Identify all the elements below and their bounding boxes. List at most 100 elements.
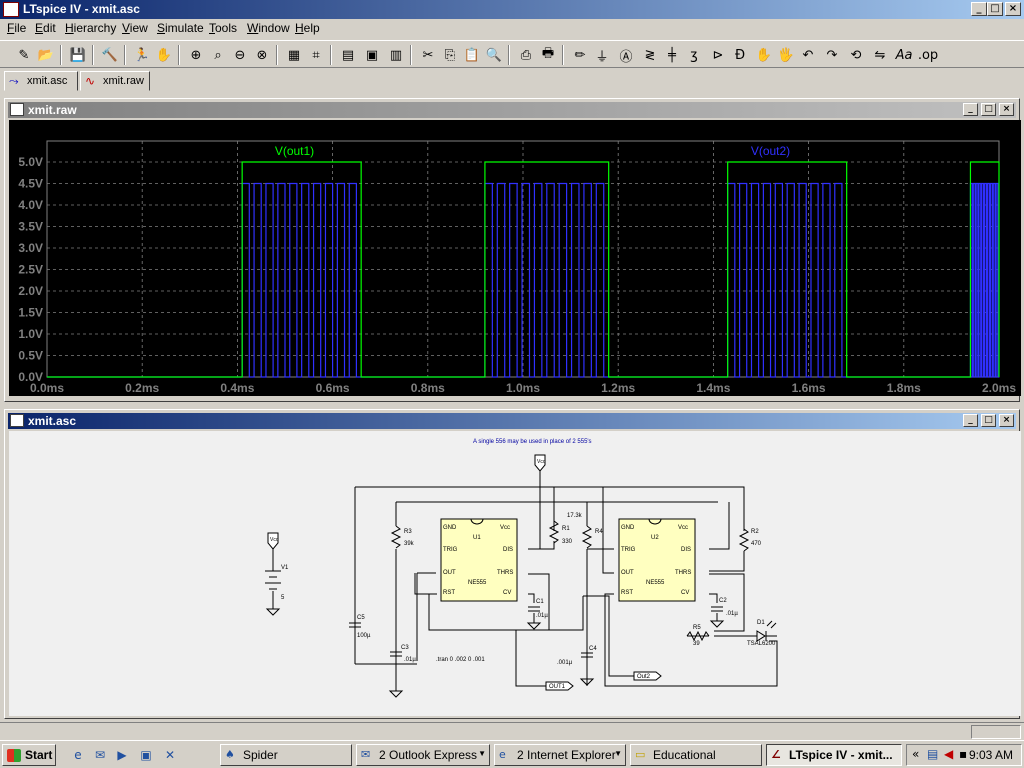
cascade-icon[interactable]: ▣ [362,45,382,65]
undo-icon[interactable]: ↶ [798,45,818,65]
copy-icon[interactable]: ⎘ [440,45,460,65]
move-icon[interactable]: ✋ [754,45,774,65]
open-folder-icon[interactable]: 📂 [36,45,56,65]
tile-vertical-icon[interactable]: ▥ [386,45,406,65]
resistor-icon[interactable]: ≷ [640,45,660,65]
zoom-fit-icon[interactable]: ⊗ [252,45,272,65]
schematic-window-titlebar[interactable]: xmit.asc _ □ × [8,413,1016,429]
task-spider[interactable]: ♠ Spider [220,744,352,766]
inductor-icon[interactable]: ʒ [684,45,704,65]
close-button[interactable]: × [1005,2,1021,16]
zoom-in-icon[interactable]: ⊕ [186,45,206,65]
schematic-drawing[interactable]: GND Vcc TRIG DIS OUT THRS RST CV U1 NE55… [9,431,1021,716]
menu-file[interactable]: File [7,21,26,35]
cut-icon[interactable]: ✂ [418,45,438,65]
tab-xmit-raw[interactable]: ∿ xmit.raw [80,71,150,91]
waveform-window-titlebar[interactable]: xmit.raw _ □ × [8,102,1016,118]
pan-icon[interactable]: ⌕ [208,45,228,65]
draw-wire-icon[interactable]: ✏ [570,45,590,65]
network-tray-icon[interactable]: ▤ [927,747,938,761]
system-tray: « ▤ ◀ ▪ 9:03 AM [906,744,1022,766]
menu-simulate[interactable]: Simulate [157,21,204,35]
diode-icon[interactable]: ⊳ [708,45,728,65]
tray-expand-icon[interactable]: « [912,747,919,761]
svg-text:OUT: OUT [443,570,456,576]
task-ltspice[interactable]: ∠ LTspice IV - xmit... [766,744,902,766]
c1-capacitor[interactable] [528,606,540,612]
menu-view[interactable]: View [122,21,148,35]
menu-tools[interactable]: Tools [209,21,237,35]
waveform-chart[interactable]: 5.0V 4.5V 4.0V 3.5V 3.0V 2.5V 2.0V 1.5V 1.0V 0.5V… [9,120,1021,396]
desktop-quicklaunch-icon[interactable]: ▣ [138,747,154,763]
control-panel-icon[interactable]: 🔨 [100,45,120,65]
u1-ic[interactable]: GND Vcc TRIG DIS OUT THRS RST CV U1 NE55… [440,518,518,602]
u2-ic[interactable]: GND Vcc TRIG DIS OUT THRS RST CV U2 NE55… [618,518,696,602]
menu-hierarchy[interactable]: Hierarchy [65,21,116,35]
halt-icon[interactable]: ✋ [154,45,174,65]
tile-horizontal-icon[interactable]: ▤ [338,45,358,65]
minimize-button[interactable]: _ [971,2,987,16]
new-schematic-icon[interactable]: ✎ [14,45,34,65]
task-educational[interactable]: ▭ Educational [630,744,762,766]
tran-directive[interactable]: .tran 0 .002 0 .001 [436,657,485,663]
v1-battery[interactable] [265,570,281,590]
text-icon[interactable]: Aa [894,45,914,65]
task-outlook-express[interactable]: ✉ 2 Outlook Express ▼ [356,744,490,766]
paste-icon[interactable]: 📋 [462,45,482,65]
c2-capacitor[interactable] [711,606,723,612]
maximize-button[interactable]: □ [987,2,1003,16]
find-icon[interactable]: 🔍 [484,45,504,65]
task-internet-explorer[interactable]: e2 Internet Explorer ▼ [494,744,626,766]
svg-text:U1: U1 [473,535,481,541]
clock[interactable]: 9:03 AM [969,748,1013,762]
drag-icon[interactable]: 🖐 [776,45,796,65]
svg-text:Vcc: Vcc [678,525,688,531]
excel-quicklaunch-icon[interactable]: ✕ [162,747,178,763]
outlook-quicklaunch-icon[interactable]: ✉ [92,747,108,763]
schematic-close-button[interactable]: × [999,414,1014,427]
zoom-out-icon[interactable]: ⊖ [230,45,250,65]
svg-text:RST: RST [443,590,455,596]
waveform-maximize-button[interactable]: □ [981,103,996,116]
ie-quicklaunch-icon[interactable]: e [70,747,86,763]
redo-icon[interactable]: ↷ [822,45,842,65]
autorange-icon[interactable]: ▦ [284,45,304,65]
schematic-minimize-button[interactable]: _ [963,414,978,427]
menu-window[interactable]: Window [247,21,290,35]
r4-resistor[interactable] [581,525,593,549]
waveform-plot[interactable]: 5.0V 4.5V 4.0V 3.5V 3.0V 2.5V 2.0V 1.5V 1.0V 0.5V… [9,120,1021,396]
mirror-icon[interactable]: ⇋ [870,45,890,65]
svg-text:100µ: 100µ [357,633,371,639]
r2-resistor[interactable] [738,528,750,552]
title-bar[interactable]: LTspice IV - xmit.asc _ □ × [0,0,1024,19]
save-icon[interactable]: 💾 [68,45,88,65]
media-player-quicklaunch-icon[interactable]: ▶ [114,747,130,763]
menu-help[interactable]: Help [295,21,320,35]
misc-tray-icon[interactable]: ▪ [959,747,967,761]
waveform-minimize-button[interactable]: _ [963,103,978,116]
component-icon[interactable]: Ð [730,45,750,65]
tab-xmit-asc[interactable]: ⤳ xmit.asc [4,71,78,91]
menu-edit[interactable]: Edit [35,21,56,35]
spice-directive-icon[interactable]: .op [918,45,938,65]
print-setup-icon[interactable]: ⎙ [516,45,536,65]
svg-text:R3: R3 [404,529,412,535]
schematic-maximize-button[interactable]: □ [981,414,996,427]
volume-tray-icon[interactable]: ◀ [944,747,953,761]
ground-icon[interactable]: ⏚ [592,45,612,65]
print-icon[interactable]: 🖶 [538,45,558,65]
waveform-close-button[interactable]: × [999,103,1014,116]
svg-text:CV: CV [681,590,689,596]
rotate-icon[interactable]: ⟲ [846,45,866,65]
schematic-canvas[interactable]: GND Vcc TRIG DIS OUT THRS RST CV U1 NE55… [9,431,1021,716]
svg-text:330: 330 [562,539,573,545]
label-net-icon[interactable]: Ⓐ [616,45,636,65]
svg-text:.01µ: .01µ [536,613,548,619]
capacitor-icon[interactable]: ╪ [662,45,682,65]
pick-visible-traces-icon[interactable]: ⌗ [306,45,326,65]
start-button[interactable]: Start [2,744,56,766]
run-icon[interactable]: 🏃 [132,45,152,65]
svg-text:R1: R1 [562,526,570,532]
svg-text:Out2: Out2 [637,674,651,680]
r3-resistor[interactable] [390,525,402,549]
